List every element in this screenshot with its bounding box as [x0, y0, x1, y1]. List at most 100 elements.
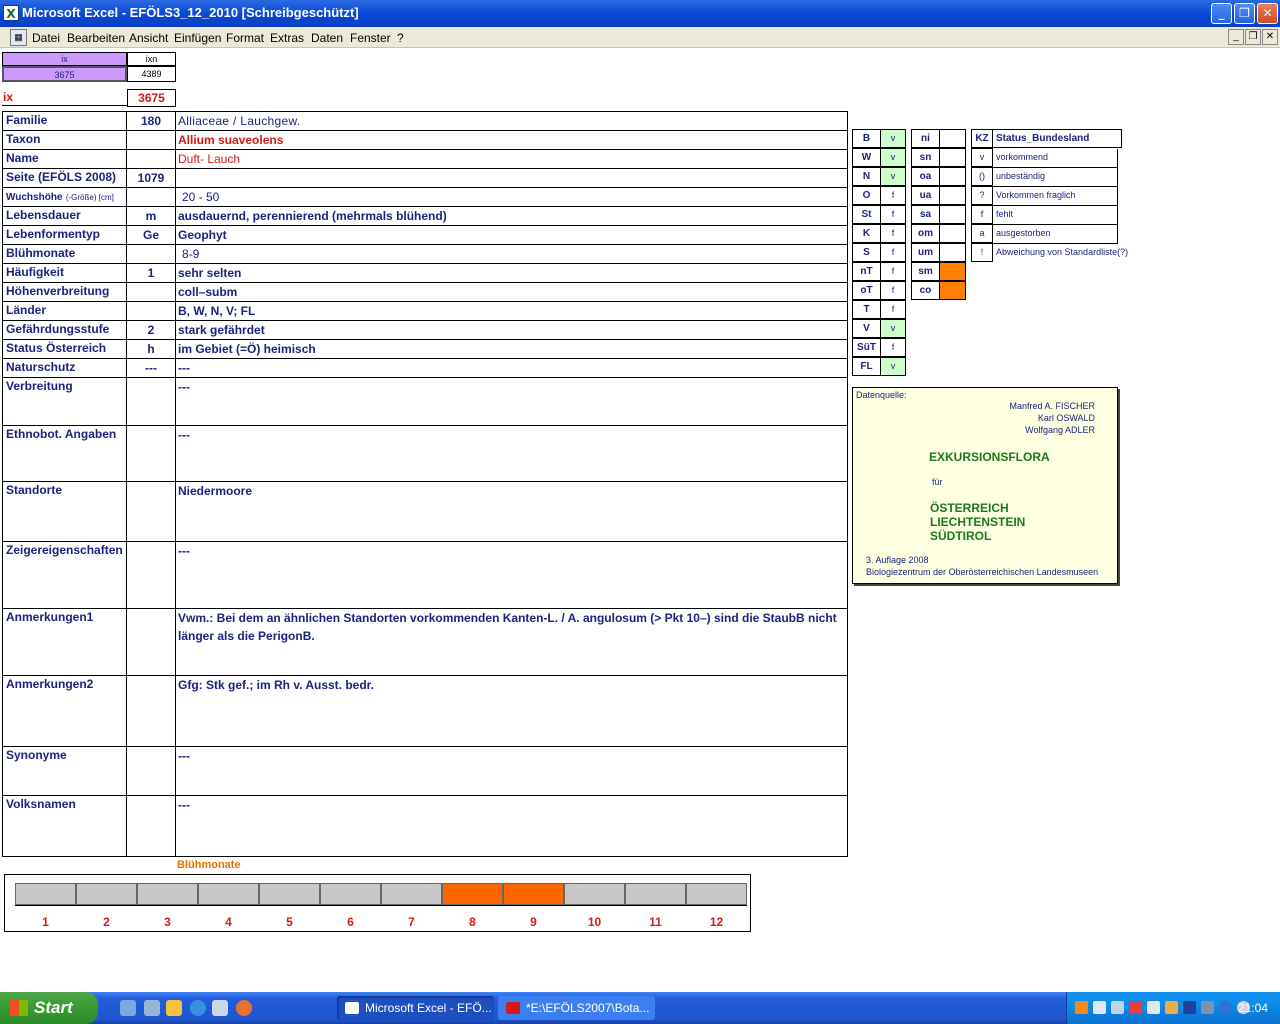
row-code[interactable]	[126, 187, 176, 207]
row-label[interactable]: Anmerkungen1	[2, 608, 127, 676]
start-button[interactable]: Start	[0, 992, 98, 1024]
window-titlebar[interactable]: X Microsoft Excel - EFÖLS3_12_2010 [Schr…	[0, 0, 1280, 27]
altitude-flag[interactable]	[939, 262, 966, 281]
doc-restore-button[interactable]: ❐	[1245, 29, 1261, 45]
info-icon[interactable]	[1219, 1001, 1232, 1014]
row-label[interactable]: Seite (EFÖLS 2008)	[2, 168, 127, 188]
row-code[interactable]	[126, 541, 176, 609]
row-label[interactable]: Anmerkungen2	[2, 675, 127, 747]
altitude-key[interactable]: ua	[911, 186, 940, 205]
row-value[interactable]: 20 - 50	[175, 187, 848, 207]
minimize-button[interactable]: _	[1211, 3, 1232, 24]
altitude-flag[interactable]	[939, 148, 966, 167]
row-code[interactable]: h	[126, 339, 176, 359]
row-code[interactable]	[126, 608, 176, 676]
altitude-key[interactable]: co	[911, 281, 940, 300]
row-code[interactable]: 1079	[126, 168, 176, 188]
shield-icon[interactable]	[1183, 1001, 1196, 1014]
bundesland-status[interactable]: v	[880, 167, 906, 186]
menu-daten[interactable]: Daten	[311, 31, 343, 45]
row-value[interactable]: ---	[175, 377, 848, 426]
row-label[interactable]: Lebenformentyp	[2, 225, 127, 245]
tray-icon-6[interactable]	[1165, 1001, 1178, 1014]
row-value[interactable]: Alliaceae / Lauchgew.	[175, 111, 848, 131]
desktop-icon[interactable]	[120, 1000, 136, 1016]
row-label[interactable]: Länder	[2, 301, 127, 321]
index-value-cell[interactable]: 3675	[2, 66, 127, 82]
bundesland-key[interactable]: B	[852, 129, 881, 148]
row-label[interactable]: Ethnobot. Angaben	[2, 425, 127, 482]
row-label[interactable]: Blühmonate	[2, 244, 127, 264]
menu-einfuegen[interactable]: Einfügen	[174, 31, 221, 45]
altitude-flag[interactable]	[939, 186, 966, 205]
bundesland-key[interactable]: V	[852, 319, 881, 338]
bundesland-status[interactable]: f	[880, 262, 906, 281]
row-code[interactable]	[126, 675, 176, 747]
altitude-flag[interactable]	[939, 243, 966, 262]
row-code[interactable]	[126, 481, 176, 542]
row-code[interactable]	[126, 149, 176, 169]
row-value[interactable]: stark gefährdet	[175, 320, 848, 340]
workbook-icon[interactable]: ▦	[10, 29, 27, 46]
row-label[interactable]: Zeigereigenschaften	[2, 541, 127, 609]
row-value[interactable]: ausdauernd, perennierend (mehrmals blühe…	[175, 206, 848, 226]
bundesland-key[interactable]: St	[852, 205, 881, 224]
row-value[interactable]: Niedermoore	[175, 481, 848, 542]
bundesland-key[interactable]: SüT	[852, 338, 881, 357]
bundesland-status[interactable]: v	[880, 319, 906, 338]
bundesland-key[interactable]: S	[852, 243, 881, 262]
row-label[interactable]: Wuchshöhe (-Größe) [cm]	[2, 187, 127, 207]
bundesland-key[interactable]: N	[852, 167, 881, 186]
close-button[interactable]: ✕	[1257, 3, 1278, 24]
menu-extras[interactable]: Extras	[270, 31, 304, 45]
bundesland-status[interactable]: v	[880, 148, 906, 167]
bundesland-key[interactable]: O	[852, 186, 881, 205]
bundesland-key[interactable]: oT	[852, 281, 881, 300]
altitude-key[interactable]: ni	[911, 129, 940, 148]
excel-icon[interactable]: X	[3, 5, 19, 21]
bundesland-status[interactable]: f	[880, 300, 906, 319]
bundesland-status[interactable]: f	[880, 205, 906, 224]
row-label[interactable]: Lebensdauer	[2, 206, 127, 226]
row-label[interactable]: Häufigkeit	[2, 263, 127, 283]
media-player-icon[interactable]	[166, 1000, 182, 1016]
bundesland-key[interactable]: T	[852, 300, 881, 319]
altitude-key[interactable]: sm	[911, 262, 940, 281]
row-value[interactable]: Vwm.: Bei dem an ähnlichen Standorten vo…	[175, 608, 848, 676]
doc-minimize-button[interactable]: _	[1228, 29, 1244, 45]
menu-format[interactable]: Format	[226, 31, 264, 45]
altitude-key[interactable]: um	[911, 243, 940, 262]
row-code[interactable]	[126, 244, 176, 264]
row-label[interactable]: Taxon	[2, 130, 127, 150]
row-label[interactable]: Verbreitung	[2, 377, 127, 426]
altitude-flag[interactable]	[939, 205, 966, 224]
row-value[interactable]: ---	[175, 425, 848, 482]
row-code[interactable]	[126, 282, 176, 302]
row-label[interactable]: Familie	[2, 111, 127, 131]
row-value[interactable]: Allium suaveolens	[175, 130, 848, 150]
row-value[interactable]: im Gebiet (=Ö) heimisch	[175, 339, 848, 359]
row-code[interactable]: 180	[126, 111, 176, 131]
altitude-flag[interactable]	[939, 224, 966, 243]
altitude-key[interactable]: oa	[911, 167, 940, 186]
internet-explorer-icon[interactable]	[190, 1000, 206, 1016]
row-code[interactable]	[126, 425, 176, 482]
doc-close-button[interactable]: ✕	[1262, 29, 1278, 45]
row-value[interactable]: Duft- Lauch	[175, 149, 848, 169]
row-value[interactable]: ---	[175, 541, 848, 609]
row-value[interactable]: ---	[175, 358, 848, 378]
row-value[interactable]: sehr selten	[175, 263, 848, 283]
row-code[interactable]: Ge	[126, 225, 176, 245]
outlook-icon[interactable]	[212, 1000, 228, 1016]
tray-icon-1[interactable]	[1075, 1001, 1088, 1014]
index-ixn-value[interactable]: 4389	[127, 66, 176, 82]
tray-icon-4[interactable]	[1129, 1001, 1142, 1014]
altitude-key[interactable]: sa	[911, 205, 940, 224]
row-label[interactable]: Naturschutz	[2, 358, 127, 378]
row-label[interactable]: Gefährdungsstufe	[2, 320, 127, 340]
row-value[interactable]: coll–subm	[175, 282, 848, 302]
ix-value[interactable]: 3675	[127, 89, 176, 107]
menu-bearbeiten[interactable]: Bearbeiten	[67, 31, 125, 45]
row-label[interactable]: Synonyme	[2, 746, 127, 796]
menu-help[interactable]: ?	[397, 31, 404, 45]
